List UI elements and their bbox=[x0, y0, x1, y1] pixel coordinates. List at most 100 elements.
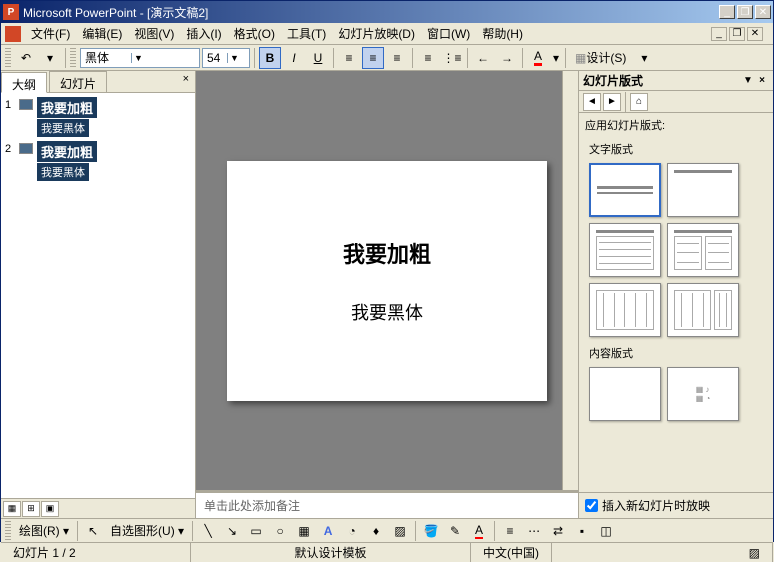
autoshapes-menu[interactable]: 自选图形(U) ▾ bbox=[106, 522, 188, 539]
status-extra-icon[interactable]: ▨ bbox=[737, 543, 773, 562]
normal-view-button[interactable]: ▦ bbox=[3, 501, 21, 517]
font-size: 54 bbox=[203, 51, 227, 65]
apply-layout-label: 应用幻灯片版式: bbox=[579, 113, 773, 137]
layout-content[interactable]: ▦ ♪▦ ◔ bbox=[667, 367, 739, 421]
menu-window[interactable]: 窗口(W) bbox=[421, 23, 476, 44]
pane-close-button[interactable]: × bbox=[755, 75, 769, 86]
font-selector[interactable]: 黑体 ▼ bbox=[80, 48, 200, 68]
line-style-button[interactable]: ≡ bbox=[499, 520, 521, 542]
bold-button[interactable]: B bbox=[259, 47, 281, 69]
nav-forward-button[interactable]: ► bbox=[603, 93, 621, 111]
align-right-button[interactable]: ≡ bbox=[386, 47, 408, 69]
toolbar-grip-2[interactable] bbox=[70, 48, 76, 68]
layout-list[interactable]: 文字版式 bbox=[579, 137, 773, 492]
oval-tool[interactable]: ○ bbox=[269, 520, 291, 542]
slide-thumb-icon bbox=[19, 143, 33, 154]
wordart-tool[interactable]: A bbox=[317, 520, 339, 542]
chevron-down-icon[interactable]: ▼ bbox=[131, 53, 145, 63]
3d-button[interactable]: ◫ bbox=[595, 520, 617, 542]
slide-area[interactable]: 我要加粗 我要黑体 bbox=[196, 71, 578, 490]
vertical-scrollbar[interactable] bbox=[562, 71, 578, 490]
diagram-tool[interactable]: ◔ bbox=[341, 520, 363, 542]
fill-color-button[interactable]: 🪣 bbox=[420, 520, 442, 542]
arrow-tool[interactable]: ↘ bbox=[221, 520, 243, 542]
show-on-insert-checkbox[interactable] bbox=[585, 499, 598, 512]
font-color-dropdown[interactable]: ▾ bbox=[551, 47, 561, 69]
decrease-indent-button[interactable]: ← bbox=[472, 47, 494, 69]
clipart-tool[interactable]: ♦ bbox=[365, 520, 387, 542]
slide-canvas[interactable]: 我要加粗 我要黑体 bbox=[227, 161, 547, 401]
numbered-list-button[interactable]: ≡ bbox=[417, 47, 439, 69]
menu-tools[interactable]: 工具(T) bbox=[281, 23, 332, 44]
doc-restore[interactable]: ❐ bbox=[729, 27, 745, 41]
slide-title-text[interactable]: 我要加粗 bbox=[343, 237, 431, 269]
menu-slideshow[interactable]: 幻灯片放映(D) bbox=[332, 23, 421, 44]
minimize-button[interactable]: _ bbox=[719, 5, 735, 19]
nav-back-button[interactable]: ◄ bbox=[583, 93, 601, 111]
menu-insert[interactable]: 插入(I) bbox=[180, 23, 227, 44]
panel-close-button[interactable]: × bbox=[177, 71, 195, 92]
menu-file[interactable]: 文件(F) bbox=[25, 23, 76, 44]
line-tool[interactable]: ╲ bbox=[197, 520, 219, 542]
increase-indent-button[interactable]: → bbox=[496, 47, 518, 69]
sorter-view-button[interactable]: ⊞ bbox=[22, 501, 40, 517]
menu-edit[interactable]: 编辑(E) bbox=[76, 23, 128, 44]
design-button[interactable]: ▦ 设计(S) bbox=[570, 47, 631, 69]
outline-title[interactable]: 我要加粗 bbox=[37, 141, 97, 162]
doc-close[interactable]: ✕ bbox=[747, 27, 763, 41]
layout-two-content[interactable] bbox=[667, 223, 739, 277]
chevron-down-icon[interactable]: ▼ bbox=[227, 53, 241, 63]
dropdown-icon[interactable]: ▾ bbox=[39, 47, 61, 69]
outline-subtitle[interactable]: 我要黑体 bbox=[37, 163, 89, 181]
layout-blank[interactable] bbox=[589, 367, 661, 421]
outline-subtitle[interactable]: 我要黑体 bbox=[37, 119, 89, 137]
menu-help[interactable]: 帮助(H) bbox=[476, 23, 529, 44]
dash-style-button[interactable]: ⋯ bbox=[523, 520, 545, 542]
align-center-button[interactable]: ≡ bbox=[362, 47, 384, 69]
line-color-button[interactable]: ✎ bbox=[444, 520, 466, 542]
layout-title-only[interactable] bbox=[667, 163, 739, 217]
arrow-style-button[interactable]: ⇄ bbox=[547, 520, 569, 542]
menu-format[interactable]: 格式(O) bbox=[228, 23, 281, 44]
outline-content[interactable]: 1 我要加粗 我要黑体 2 我要加粗 我要黑体 bbox=[1, 93, 195, 498]
slide-thumb-icon bbox=[19, 99, 33, 110]
font-size-selector[interactable]: 54 ▼ bbox=[202, 48, 250, 68]
arrow-icon[interactable]: ↶ bbox=[15, 47, 37, 69]
help-search[interactable]: _ ❐ ✕ bbox=[701, 25, 769, 43]
doc-minimize[interactable]: _ bbox=[711, 27, 727, 41]
picture-tool[interactable]: ▨ bbox=[389, 520, 411, 542]
status-language: 中文(中国) bbox=[471, 543, 552, 562]
layout-title-slide[interactable] bbox=[589, 163, 661, 217]
layout-title-content[interactable] bbox=[589, 223, 661, 277]
drawing-toolbar: 绘图(R) ▾ ↖ 自选图形(U) ▾ ╲ ↘ ▭ ○ ▦ A ◔ ♦ ▨ 🪣 … bbox=[1, 518, 773, 542]
font-color-button-2[interactable]: A bbox=[468, 520, 490, 542]
tab-outline[interactable]: 大纲 bbox=[1, 72, 47, 93]
align-left-button[interactable]: ≡ bbox=[338, 47, 360, 69]
bullet-list-button[interactable]: ⋮≡ bbox=[441, 47, 463, 69]
nav-home-button[interactable]: ⌂ bbox=[630, 93, 648, 111]
layout-vertical-text[interactable] bbox=[589, 283, 661, 337]
textbox-tool[interactable]: ▦ bbox=[293, 520, 315, 542]
toolbar-grip[interactable] bbox=[5, 48, 11, 68]
close-button[interactable]: ✕ bbox=[755, 5, 771, 19]
slide-subtitle-text[interactable]: 我要黑体 bbox=[351, 299, 423, 325]
pane-dropdown-button[interactable]: ▼ bbox=[741, 75, 755, 86]
font-color-button[interactable]: A bbox=[527, 47, 549, 69]
toolbar-overflow[interactable]: ▾ bbox=[633, 47, 655, 69]
slideshow-view-button[interactable]: ▣ bbox=[41, 501, 59, 517]
toolbar-grip[interactable] bbox=[5, 521, 11, 541]
tab-slides[interactable]: 幻灯片 bbox=[49, 71, 107, 92]
layout-vertical-title[interactable] bbox=[667, 283, 739, 337]
outline-slide-2[interactable]: 2 我要加粗 我要黑体 bbox=[5, 141, 191, 181]
outline-slide-1[interactable]: 1 我要加粗 我要黑体 bbox=[5, 97, 191, 137]
underline-button[interactable]: U bbox=[307, 47, 329, 69]
menu-view[interactable]: 视图(V) bbox=[128, 23, 180, 44]
shadow-button[interactable]: ▪ bbox=[571, 520, 593, 542]
outline-title[interactable]: 我要加粗 bbox=[37, 97, 97, 118]
select-objects-button[interactable]: ↖ bbox=[82, 520, 104, 542]
italic-button[interactable]: I bbox=[283, 47, 305, 69]
draw-menu[interactable]: 绘图(R) ▾ bbox=[15, 522, 73, 539]
rectangle-tool[interactable]: ▭ bbox=[245, 520, 267, 542]
restore-button[interactable]: ❐ bbox=[737, 5, 753, 19]
notes-area[interactable]: 单击此处添加备注 bbox=[196, 490, 578, 518]
